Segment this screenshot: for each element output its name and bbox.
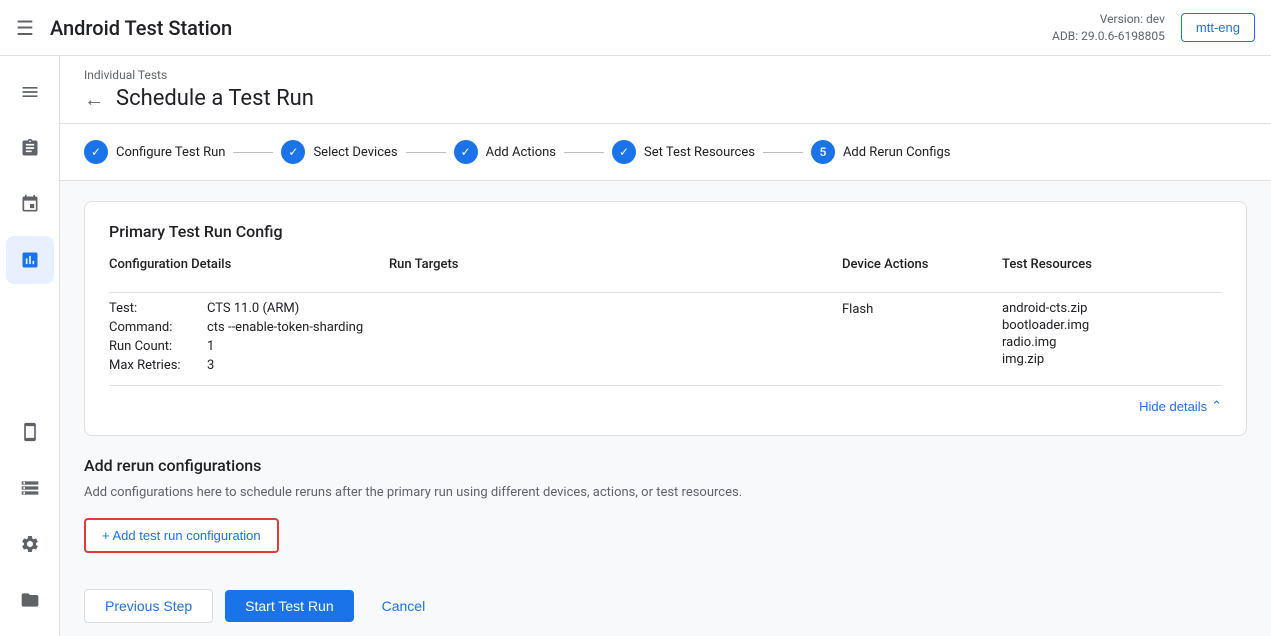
max-retries-value: 3 [207, 358, 214, 373]
resource-1: android-cts.zip [1002, 301, 1222, 316]
step-4-circle: ✓ [612, 140, 636, 164]
connector-2 [406, 152, 446, 153]
hide-details-row: Hide details ⌃ [109, 385, 1222, 415]
sidebar-item-list[interactable] [6, 68, 54, 116]
connector-1 [233, 152, 273, 153]
resource-2: bootloader.img [1002, 318, 1222, 333]
command-row: Command: cts --enable-token-sharding [109, 320, 389, 335]
sidebar-item-calendar[interactable] [6, 180, 54, 228]
sidebar-item-settings[interactable] [6, 520, 54, 568]
step-2: ✓ Select Devices [281, 140, 397, 164]
page-title: Schedule a Test Run [116, 86, 314, 111]
step-3: ✓ Add Actions [454, 140, 556, 164]
profile-button[interactable]: mtt-eng [1181, 13, 1255, 42]
test-resources-col: android-cts.zip bootloader.img radio.img… [1002, 301, 1222, 369]
command-key: Command: [109, 320, 199, 335]
sidebar-item-devices[interactable] [6, 408, 54, 456]
resource-3: radio.img [1002, 335, 1222, 350]
sidebar-item-folder[interactable] [6, 576, 54, 624]
run-count-key: Run Count: [109, 339, 199, 354]
page-header: Individual Tests ← Schedule a Test Run [60, 56, 1271, 124]
test-value: CTS 11.0 (ARM) [207, 301, 299, 316]
app-title: Android Test Station [50, 16, 232, 40]
hide-details-button[interactable]: Hide details ⌃ [1139, 398, 1222, 414]
add-config-button[interactable]: + Add test run configuration [84, 518, 279, 553]
step-2-label: Select Devices [313, 145, 397, 160]
col-header-run-targets: Run Targets [389, 257, 842, 284]
run-count-value: 1 [207, 339, 214, 354]
resource-4: img.zip [1002, 352, 1222, 367]
config-details-col: Test: CTS 11.0 (ARM) Command: cts --enab… [109, 301, 389, 373]
test-key: Test: [109, 301, 199, 316]
step-4-label: Set Test Resources [644, 145, 755, 160]
step-5-label: Add Rerun Configs [843, 145, 951, 160]
back-button[interactable]: ← [84, 89, 104, 109]
chevron-up-icon: ⌃ [1211, 398, 1222, 414]
version-info: Version: dev ADB: 29.0.6-6198805 [1052, 11, 1165, 45]
command-value: cts --enable-token-sharding [207, 320, 363, 335]
previous-step-button[interactable]: Previous Step [84, 589, 213, 623]
sidebar [0, 56, 60, 636]
step-5: 5 Add Rerun Configs [811, 140, 951, 164]
footer-actions: Previous Step Start Test Run Cancel [60, 573, 1271, 636]
main-layout: Individual Tests ← Schedule a Test Run ✓… [0, 56, 1271, 636]
app-bar: ☰ Android Test Station Version: dev ADB:… [0, 0, 1271, 56]
stepper: ✓ Configure Test Run ✓ Select Devices ✓ … [60, 124, 1271, 181]
breadcrumb: Individual Tests [84, 68, 1247, 82]
step-2-circle: ✓ [281, 140, 305, 164]
add-rerun-description: Add configurations here to schedule reru… [84, 483, 1247, 503]
step-3-circle: ✓ [454, 140, 478, 164]
start-test-run-button[interactable]: Start Test Run [225, 590, 353, 622]
run-count-row: Run Count: 1 [109, 339, 389, 354]
col-header-device-actions: Device Actions [842, 257, 1002, 284]
test-row: Test: CTS 11.0 (ARM) [109, 301, 389, 316]
step-5-circle: 5 [811, 140, 835, 164]
add-rerun-section: Add rerun configurations Add configurati… [84, 456, 1247, 554]
step-1: ✓ Configure Test Run [84, 140, 225, 164]
step-1-circle: ✓ [84, 140, 108, 164]
app-bar-right: Version: dev ADB: 29.0.6-6198805 mtt-eng [1052, 11, 1255, 45]
menu-icon[interactable]: ☰ [16, 16, 34, 40]
app-bar-left: ☰ Android Test Station [16, 16, 232, 40]
connector-3 [564, 152, 604, 153]
add-rerun-title: Add rerun configurations [84, 456, 1247, 475]
step-3-label: Add Actions [486, 145, 556, 160]
page-body: Primary Test Run Config Configuration De… [60, 181, 1271, 573]
page-title-row: ← Schedule a Test Run [84, 86, 1247, 123]
sidebar-item-analytics[interactable] [6, 236, 54, 284]
col-header-config: Configuration Details [109, 257, 389, 284]
max-retries-row: Max Retries: 3 [109, 358, 389, 373]
cancel-button[interactable]: Cancel [366, 590, 442, 622]
primary-config-card: Primary Test Run Config Configuration De… [84, 201, 1247, 436]
device-actions-col: Flash [842, 301, 1002, 317]
card-title: Primary Test Run Config [109, 222, 1222, 241]
sidebar-item-storage[interactable] [6, 464, 54, 512]
col-header-test-resources: Test Resources [1002, 257, 1222, 284]
sidebar-item-tasks[interactable] [6, 124, 54, 172]
step-4: ✓ Set Test Resources [612, 140, 755, 164]
device-action-flash: Flash [842, 302, 873, 317]
step-1-label: Configure Test Run [116, 145, 225, 160]
max-retries-key: Max Retries: [109, 358, 199, 373]
content-area: Individual Tests ← Schedule a Test Run ✓… [60, 56, 1271, 636]
connector-4 [763, 152, 803, 153]
